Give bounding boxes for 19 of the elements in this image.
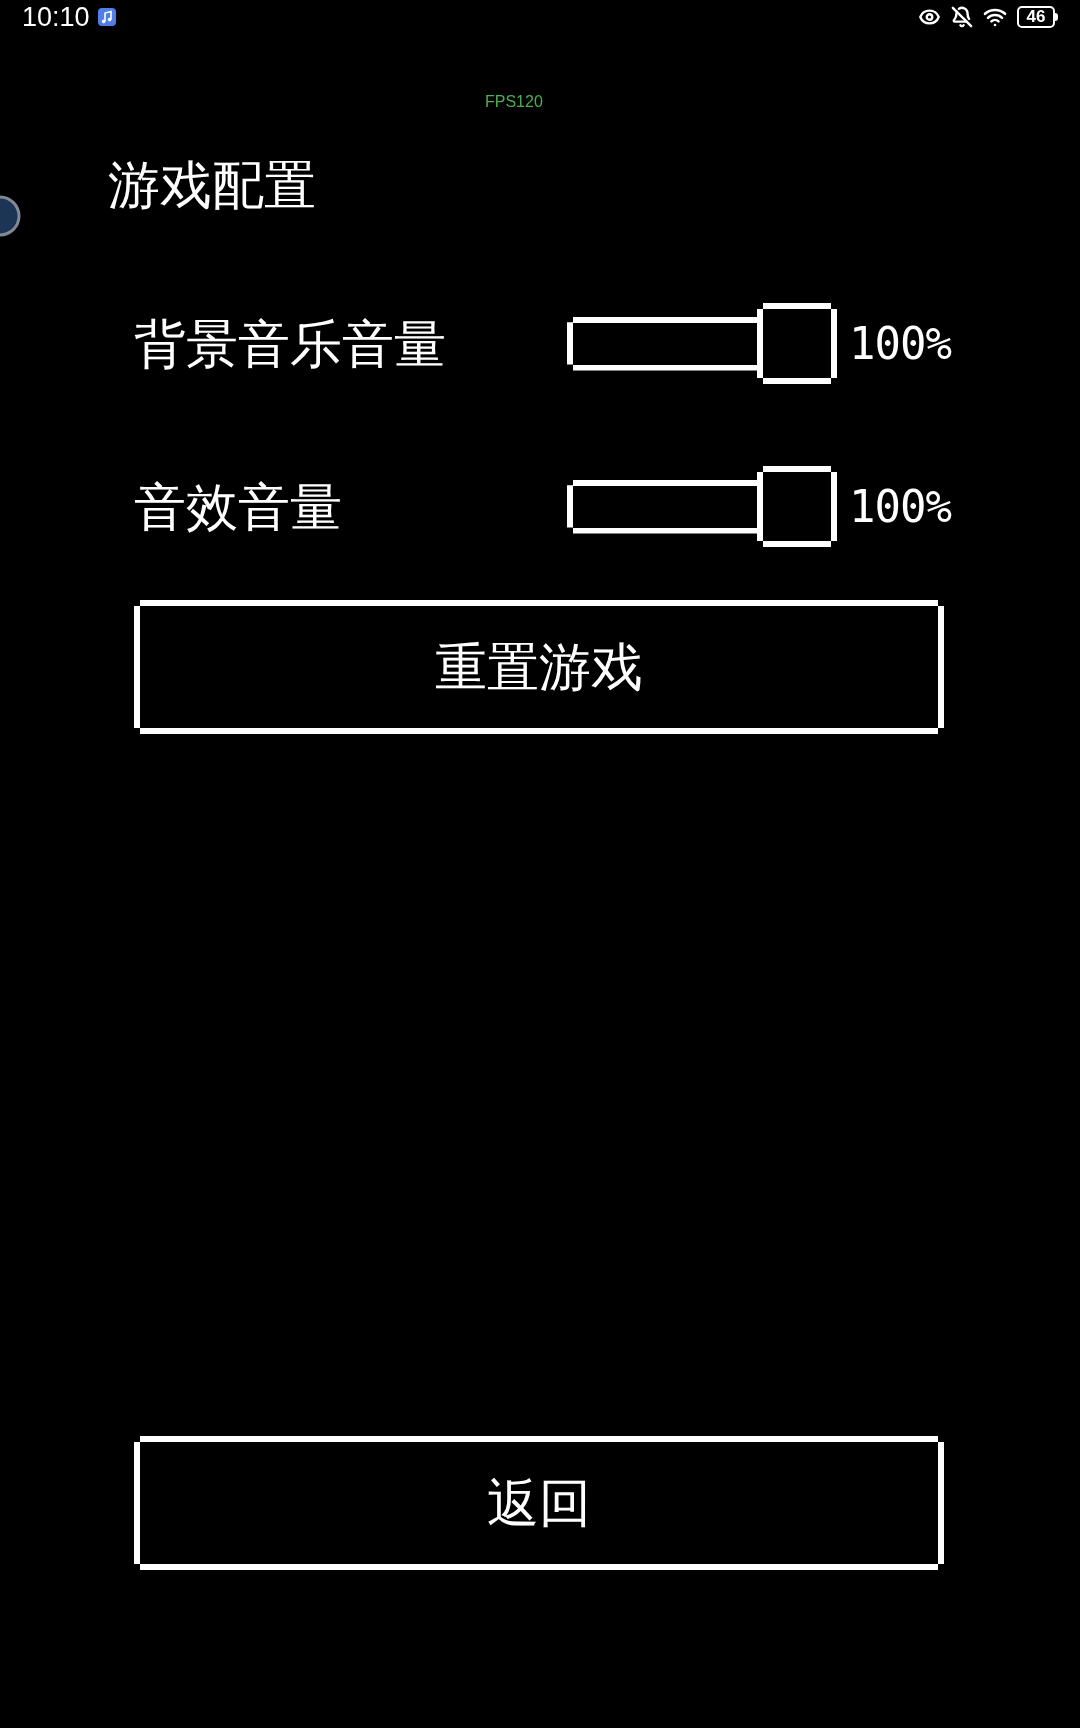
slider-track[interactable] (567, 479, 757, 534)
volume-slider[interactable] (567, 466, 837, 547)
slider-thumb[interactable] (757, 303, 837, 384)
volume-percent: 100% (849, 481, 951, 532)
volume-slider[interactable] (567, 303, 837, 384)
music-note-icon (97, 8, 116, 26)
muted-bell-icon (951, 6, 973, 28)
battery-level: 46 (1026, 8, 1046, 26)
setting-label: 音效音量 (134, 477, 342, 536)
slider-track[interactable] (567, 316, 757, 371)
pixel-button[interactable]: 返回 (134, 1436, 944, 1570)
pixel-button[interactable]: 重置游戏 (134, 600, 944, 734)
slider-thumb[interactable] (757, 466, 837, 547)
page-title: 游戏配置 (108, 156, 316, 214)
volume-percent: 100% (849, 318, 951, 369)
status-time: 10:10 (22, 2, 90, 32)
eye-icon (916, 6, 943, 28)
fps-counter: FPS120 (485, 93, 543, 110)
setting-label: 背景音乐音量 (134, 314, 446, 373)
